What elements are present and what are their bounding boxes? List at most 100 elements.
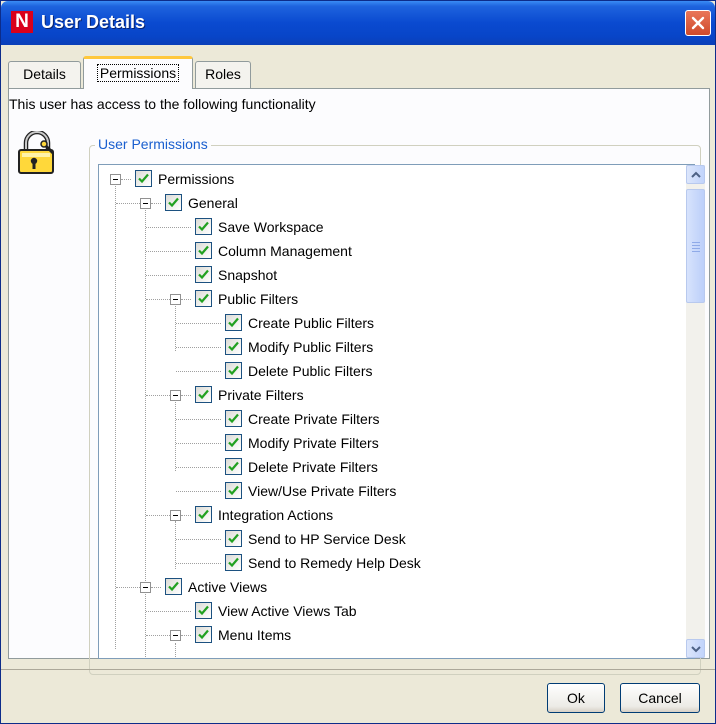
footer-divider [1,669,715,670]
permission-checkbox[interactable] [195,290,212,307]
scroll-thumb[interactable] [686,189,705,303]
checkmark-icon [228,413,239,424]
tree-item: Modify Public Filters [99,337,694,361]
tab-details-label: Details [23,66,66,82]
checkmark-icon [198,269,209,280]
permission-checkbox[interactable] [195,626,212,643]
scroll-down-button[interactable] [686,639,705,658]
tab-details[interactable]: Details [8,61,81,88]
collapse-toggle[interactable] [170,630,181,641]
checkmark-icon [228,557,239,568]
permission-checkbox[interactable] [165,578,182,595]
permission-checkbox[interactable] [225,314,242,331]
checkmark-icon [228,341,239,352]
tab-roles[interactable]: Roles [195,61,251,88]
collapse-toggle[interactable] [170,390,181,401]
collapse-toggle[interactable] [170,294,181,305]
tree-item-label: General [188,195,238,211]
ok-button[interactable]: Ok [547,683,605,713]
permission-checkbox[interactable] [195,506,212,523]
permissions-tree: Permissions General Save Workspace Colum… [98,164,695,659]
window-title: User Details [41,12,146,32]
title-bar[interactable]: N User Details [1,1,715,45]
tree-item-label: View/Use Private Filters [248,483,397,499]
permission-checkbox[interactable] [225,434,242,451]
tree-item: Integration Actions [99,505,694,529]
permission-checkbox[interactable] [225,338,242,355]
tree-item: Permissions [99,169,694,193]
checkmark-icon [198,221,209,232]
permission-checkbox[interactable] [195,266,212,283]
collapse-toggle[interactable] [140,582,151,593]
tree-item: Send to HP Service Desk [99,529,694,553]
tree-item: Delete Public Filters [99,361,694,385]
tree-item: Snapshot [99,265,694,289]
tree-item-label: View Active Views Tab [218,603,357,619]
close-icon [691,16,705,30]
cancel-button[interactable]: Cancel [620,683,700,713]
tree-item: Create Private Filters [99,409,694,433]
tree-item: Save Workspace [99,217,694,241]
permission-checkbox[interactable] [225,362,242,379]
permission-checkbox[interactable] [225,554,242,571]
scroll-up-arrow-icon [691,171,701,178]
permission-checkbox[interactable] [225,410,242,427]
tree-item-label: Menu Items [218,627,292,643]
tree-item: Public Filters [99,289,694,313]
tree-item: General [99,193,694,217]
checkmark-icon [198,389,209,400]
collapse-toggle[interactable] [110,174,121,185]
scroll-up-button[interactable] [686,165,705,184]
checkmark-icon [198,293,209,304]
checkmark-icon [198,509,209,520]
checkmark-icon [138,173,149,184]
tree-item-label: Permissions [158,171,235,187]
collapse-toggle[interactable] [170,510,181,521]
checkmark-icon [228,317,239,328]
tree-item-label: Send to Remedy Help Desk [248,555,421,571]
tree-item: Delete Private Filters [99,457,694,481]
permission-checkbox[interactable] [195,386,212,403]
tree-item: Column Management [99,241,694,265]
tree-item: Active Views [99,577,694,601]
tree-item-label: Delete Public Filters [248,363,373,379]
permission-checkbox[interactable] [135,170,152,187]
collapse-toggle[interactable] [140,198,151,209]
tree-item-label: Column Management [218,243,352,259]
permission-checkbox[interactable] [195,242,212,259]
tree-item: View/Use Private Filters [99,481,694,505]
tree-item: View Active Views Tab [99,601,694,625]
checkmark-icon [228,365,239,376]
tree-item-label: Delete Private Filters [248,459,378,475]
checkmark-icon [168,197,179,208]
close-button[interactable] [685,10,711,36]
tree-item-label: Save Workspace [218,219,324,235]
permission-checkbox[interactable] [195,218,212,235]
tree-item-label: Integration Actions [218,507,334,523]
tree-scrollbar[interactable] [686,165,705,658]
tree-item-label: Send to HP Service Desk [248,531,406,547]
tree-item-label: Create Public Filters [248,315,375,331]
tree-item-label: Public Filters [218,291,299,307]
tree-item: Modify Private Filters [99,433,694,457]
permission-checkbox[interactable] [225,530,242,547]
tree-item: Menu Items [99,625,694,649]
tab-roles-label: Roles [205,66,241,82]
permission-checkbox[interactable] [225,458,242,475]
checkmark-icon [198,629,209,640]
tab-permissions[interactable]: Permissions [83,56,193,89]
checkmark-icon [198,605,209,616]
permission-checkbox[interactable] [165,194,182,211]
tree-item: Private Filters [99,385,694,409]
tree-item-label: Active Views [188,579,268,595]
user-details-dialog: N User Details Details Permissions Roles… [0,0,716,724]
permission-checkbox[interactable] [225,482,242,499]
checkmark-icon [228,485,239,496]
user-permissions-title: User Permissions [95,135,211,153]
tree-item-label: Create Private Filters [248,411,380,427]
tree-item-label: Modify Private Filters [248,435,379,451]
permission-checkbox[interactable] [195,602,212,619]
tree-item: Send to Remedy Help Desk [99,553,694,577]
checkmark-icon [228,533,239,544]
checkmark-icon [228,437,239,448]
